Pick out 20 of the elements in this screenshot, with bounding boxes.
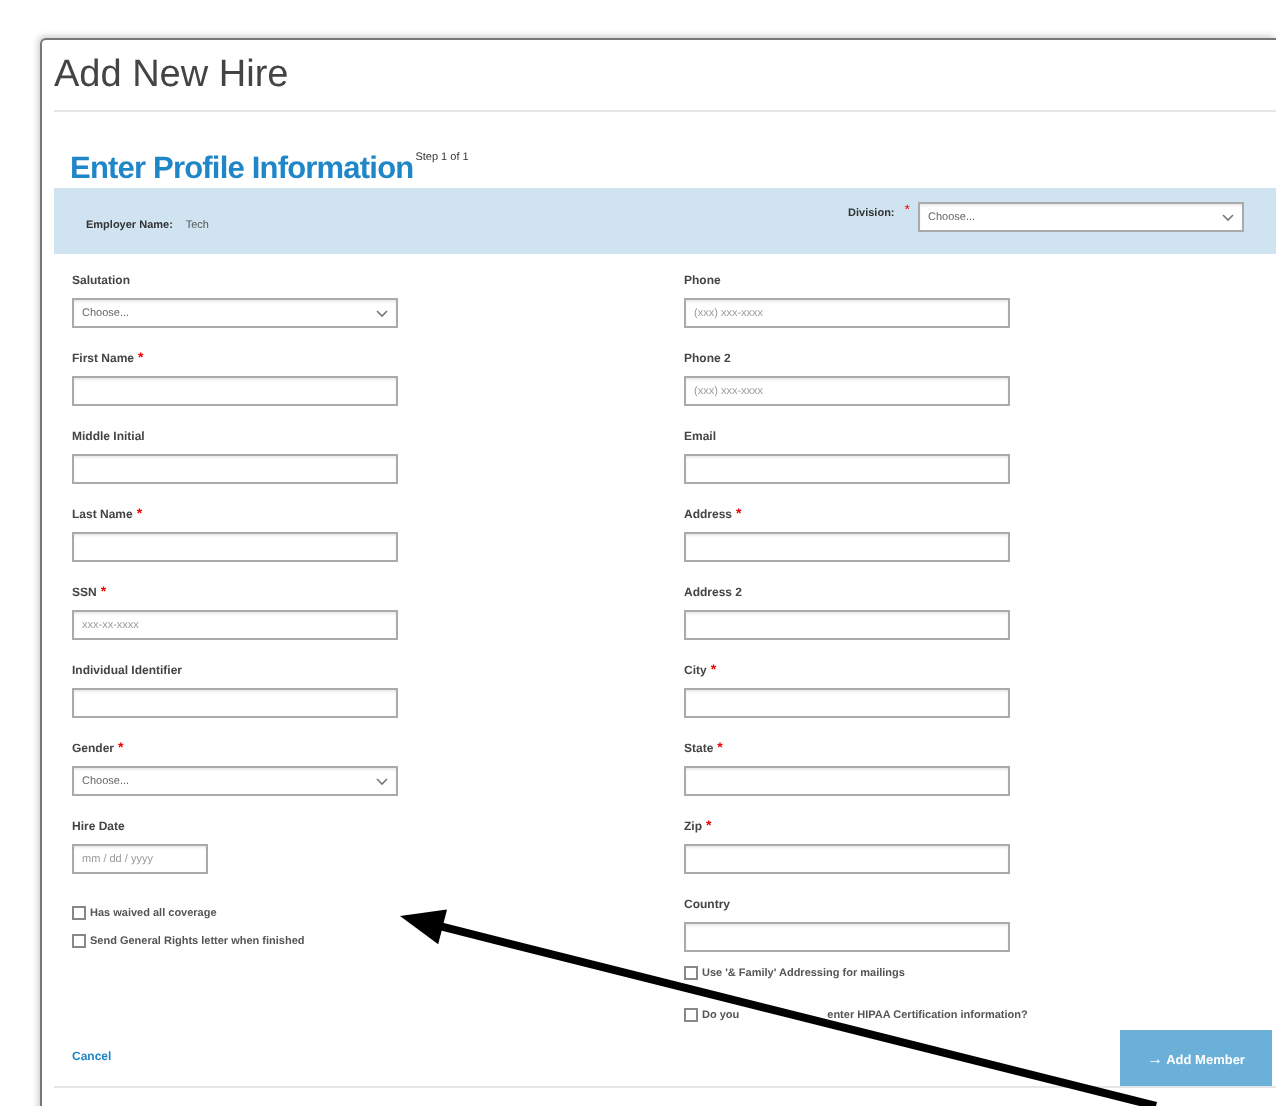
input-field[interactable]: [72, 454, 398, 484]
input-field[interactable]: [72, 376, 398, 406]
chevron-down-icon: [376, 309, 388, 317]
section-heading: Enter Profile Information: [70, 152, 414, 188]
input-field[interactable]: [684, 532, 1010, 562]
checkbox[interactable]: [72, 906, 86, 920]
checkbox[interactable]: [72, 934, 86, 948]
input-field[interactable]: [684, 454, 1010, 484]
input-field[interactable]: [72, 532, 398, 562]
input-field[interactable]: [72, 688, 398, 718]
chevron-down-icon: [376, 777, 388, 785]
chevron-down-icon: [1222, 213, 1234, 221]
input-field[interactable]: [684, 766, 1010, 796]
dialog-title: Add New Hire: [54, 52, 291, 96]
input-field[interactable]: [684, 610, 1010, 640]
checkbox[interactable]: [684, 1008, 698, 1022]
checkbox[interactable]: [684, 966, 698, 980]
input-field[interactable]: [684, 844, 1010, 874]
input-field[interactable]: [684, 688, 1010, 718]
input-field[interactable]: [684, 922, 1010, 952]
